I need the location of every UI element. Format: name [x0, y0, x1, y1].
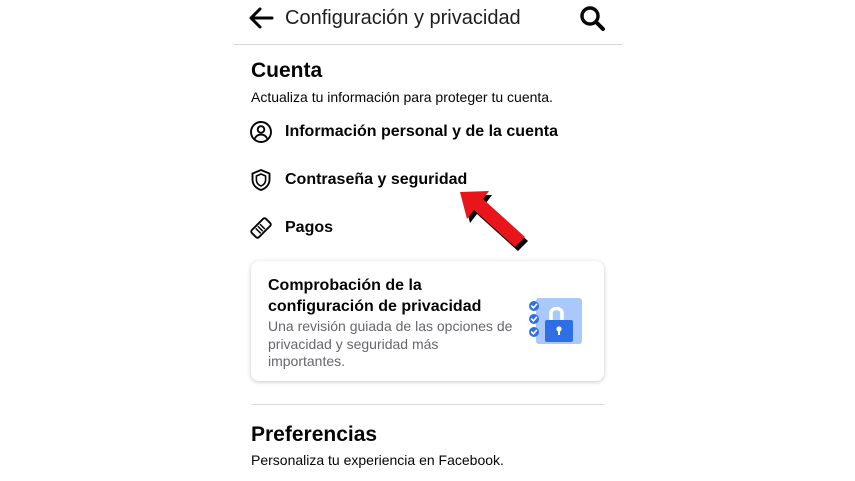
account-section-subtitle: Actualiza tu información para proteger t… — [251, 89, 553, 105]
preferences-section-subtitle: Personaliza tu experiencia en Facebook. — [251, 452, 504, 468]
privacy-checkup-lock-icon — [529, 298, 582, 344]
card-title: Comprobación de la configuración de priv… — [268, 277, 482, 315]
menu-item-password-security[interactable]: Contraseña y seguridad — [246, 162, 606, 198]
user-circle-icon — [250, 121, 272, 143]
account-section-title: Cuenta — [251, 59, 323, 82]
top-bar: Configuración y privacidad — [234, 0, 622, 45]
menu-item-payments[interactable]: Pagos — [246, 210, 606, 246]
search-button[interactable] — [578, 4, 606, 32]
menu-item-personal-info[interactable]: Información personal y de la cuenta — [246, 114, 606, 150]
search-icon — [580, 6, 605, 31]
preferences-section-title: Preferencias — [251, 423, 378, 446]
settings-page: Configuración y privacidad Cuenta Actual… — [0, 0, 855, 481]
section-divider — [251, 404, 605, 405]
card-description: Una revisión guiada de las opciones de p… — [268, 318, 513, 369]
page-title: Configuración y privacidad — [285, 7, 521, 29]
back-arrow-icon — [249, 7, 274, 29]
back-button[interactable] — [246, 3, 276, 33]
annotation-arrow-icon — [460, 191, 528, 251]
shield-icon — [251, 169, 271, 191]
menu-item-label: Pagos — [285, 219, 334, 236]
menu-item-label: Contraseña y seguridad — [285, 171, 468, 188]
tag-icon — [250, 217, 272, 239]
menu-item-label: Información personal y de la cuenta — [285, 123, 558, 140]
privacy-checkup-card[interactable]: Comprobación de la configuración de priv… — [251, 261, 604, 381]
